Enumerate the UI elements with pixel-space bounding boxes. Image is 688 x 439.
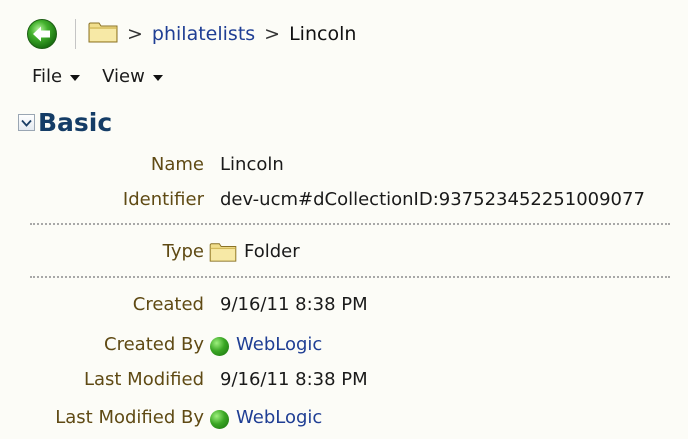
basic-section-header: Basic (18, 108, 112, 137)
collapse-toggle-icon[interactable] (18, 114, 35, 131)
property-row-last-modified-by: Last Modified By WebLogic (0, 403, 688, 433)
last-modified-by-label: Last Modified By (55, 407, 204, 428)
chevron-down-icon (152, 75, 163, 81)
name-label: Name (150, 154, 204, 175)
file-menu-label: File (32, 66, 63, 87)
back-arrow-icon[interactable] (26, 18, 58, 50)
view-menu-label: View (102, 66, 145, 87)
property-row-name: Name Lincoln (0, 150, 688, 180)
type-label: Type (162, 241, 204, 262)
property-row-type: Type Folder (0, 237, 688, 267)
identifier-label: Identifier (122, 189, 204, 210)
property-row-created-by: Created By WebLogic (0, 330, 688, 360)
breadcrumb-bar: > philatelists > Lincoln (26, 16, 356, 52)
type-value: Folder (244, 241, 300, 262)
user-status-icon (210, 336, 229, 366)
breadcrumb-separator: > (264, 23, 281, 45)
breadcrumb-item-current: Lincoln (289, 23, 357, 45)
created-value: 9/16/11 8:38 PM (220, 294, 368, 315)
identifier-value: dev-ucm#dCollectionID:937523452251009077 (220, 189, 645, 210)
separator (30, 223, 670, 225)
view-menu[interactable]: View (102, 66, 163, 87)
folder-icon (88, 20, 118, 49)
name-value: Lincoln (220, 154, 284, 175)
menu-bar: File View (32, 66, 185, 87)
chevron-down-icon (70, 75, 81, 81)
toolbar-divider (75, 19, 76, 49)
property-row-created: Created 9/16/11 8:38 PM (0, 290, 688, 320)
breadcrumb-separator: > (127, 23, 143, 45)
separator (30, 276, 670, 278)
section-title: Basic (38, 108, 113, 137)
property-row-identifier: Identifier dev-ucm#dCollectionID:9375234… (0, 185, 688, 215)
created-by-link[interactable]: WebLogic (236, 330, 322, 360)
created-by-label: Created By (104, 334, 204, 355)
last-modified-by-link[interactable]: WebLogic (236, 403, 322, 433)
property-row-last-modified: Last Modified 9/16/11 8:38 PM (0, 365, 688, 395)
last-modified-label: Last Modified (83, 369, 204, 390)
last-modified-value: 9/16/11 8:38 PM (220, 369, 368, 390)
file-menu[interactable]: File (32, 66, 81, 87)
breadcrumb-item-philatelists[interactable]: philatelists (152, 23, 255, 45)
created-label: Created (132, 294, 204, 315)
folder-icon (209, 241, 237, 273)
